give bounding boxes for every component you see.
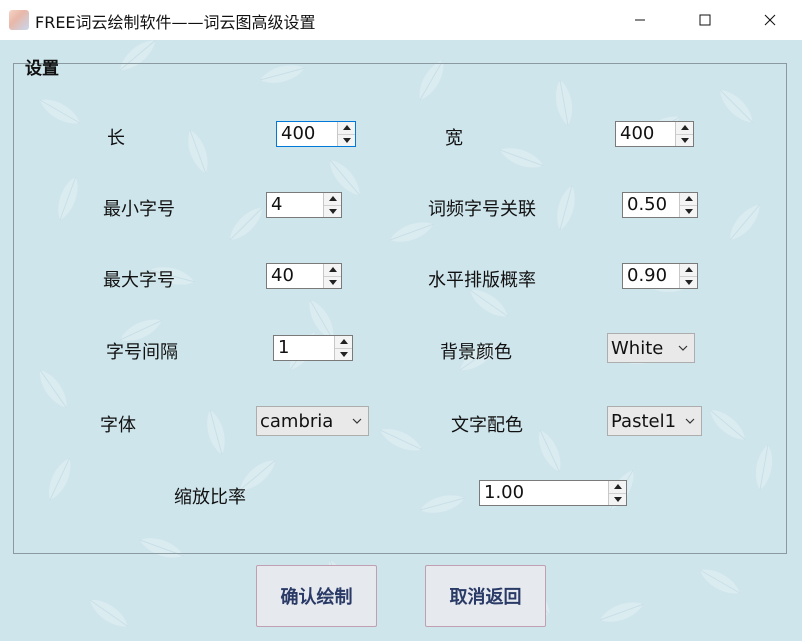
bg-color-label: 背景颜色 xyxy=(440,342,512,363)
freq-relation-value[interactable]: 0.50 xyxy=(623,193,679,217)
font-step-spinbox[interactable]: 1 xyxy=(273,335,353,361)
chevron-down-icon[interactable] xyxy=(346,418,368,424)
max-font-spinbox[interactable]: 40 xyxy=(266,263,342,289)
bg-color-dropdown[interactable]: White xyxy=(607,333,695,363)
chevron-down-icon[interactable] xyxy=(679,418,701,424)
width-up-arrow-icon[interactable] xyxy=(676,122,693,134)
length-up-arrow-icon[interactable] xyxy=(338,122,355,134)
maximize-button[interactable] xyxy=(673,0,737,40)
text-colormap-value: Pastel1 xyxy=(611,410,677,432)
min-font-spinbox[interactable]: 4 xyxy=(266,192,342,218)
window-title: FREE词云绘制软件——词云图高级设置 xyxy=(35,13,316,32)
text-colormap-dropdown[interactable]: Pastel1 xyxy=(607,406,702,436)
length-label: 长 xyxy=(107,128,125,149)
settings-group-title: 设置 xyxy=(25,59,59,79)
close-button[interactable] xyxy=(738,0,802,40)
text-colormap-label: 文字配色 xyxy=(451,415,523,436)
freq-relation-down-arrow-icon[interactable] xyxy=(680,204,697,217)
length-value[interactable]: 400 xyxy=(277,122,337,146)
width-spinbox[interactable]: 400 xyxy=(615,121,694,147)
min-font-label: 最小字号 xyxy=(103,199,175,220)
horizontal-prob-up-arrow-icon[interactable] xyxy=(680,264,697,276)
font-value: cambria xyxy=(260,410,334,432)
width-label: 宽 xyxy=(445,128,463,149)
bg-color-value: White xyxy=(611,337,664,359)
scale-spinbox[interactable]: 1.00 xyxy=(479,480,627,506)
close-icon xyxy=(764,14,776,26)
length-spinbox[interactable]: 400 xyxy=(276,121,356,147)
freq-relation-spinbox[interactable]: 0.50 xyxy=(622,192,698,218)
app-icon xyxy=(9,10,29,30)
font-step-value[interactable]: 1 xyxy=(274,336,334,360)
horizontal-prob-value[interactable]: 0.90 xyxy=(623,264,679,288)
horizontal-prob-spinbox[interactable]: 0.90 xyxy=(622,263,698,289)
minimize-button[interactable] xyxy=(608,0,672,40)
length-down-arrow-icon[interactable] xyxy=(338,133,355,146)
maximize-icon xyxy=(699,14,711,26)
minimize-icon xyxy=(635,19,645,21)
width-value[interactable]: 400 xyxy=(616,122,675,146)
width-down-arrow-icon[interactable] xyxy=(676,133,693,146)
font-label: 字体 xyxy=(100,415,136,436)
dialog-body: 设置 长 400 宽 400 最小字号 4 词频字号关联 0.50 最大字号 4… xyxy=(0,40,802,641)
min-font-down-arrow-icon[interactable] xyxy=(324,204,341,217)
scale-up-arrow-icon[interactable] xyxy=(609,481,626,493)
freq-relation-up-arrow-icon[interactable] xyxy=(680,193,697,205)
max-font-up-arrow-icon[interactable] xyxy=(324,264,341,276)
horizontal-prob-label: 水平排版概率 xyxy=(428,270,536,291)
confirm-draw-button[interactable]: 确认绘制 xyxy=(256,565,377,627)
max-font-label: 最大字号 xyxy=(103,270,175,291)
cancel-return-button[interactable]: 取消返回 xyxy=(425,565,546,627)
title-bar: FREE词云绘制软件——词云图高级设置 xyxy=(0,0,802,40)
max-font-value[interactable]: 40 xyxy=(267,264,323,288)
font-step-down-arrow-icon[interactable] xyxy=(335,347,352,360)
freq-relation-label: 词频字号关联 xyxy=(428,199,536,220)
font-step-up-arrow-icon[interactable] xyxy=(335,336,352,348)
chevron-down-icon[interactable] xyxy=(672,345,694,351)
max-font-down-arrow-icon[interactable] xyxy=(324,275,341,288)
horizontal-prob-down-arrow-icon[interactable] xyxy=(680,275,697,288)
font-dropdown[interactable]: cambria xyxy=(256,406,369,436)
min-font-up-arrow-icon[interactable] xyxy=(324,193,341,205)
scale-value[interactable]: 1.00 xyxy=(480,481,608,505)
min-font-value[interactable]: 4 xyxy=(267,193,323,217)
scale-down-arrow-icon[interactable] xyxy=(609,492,626,505)
scale-label: 缩放比率 xyxy=(174,487,246,508)
font-step-label: 字号间隔 xyxy=(106,342,178,363)
